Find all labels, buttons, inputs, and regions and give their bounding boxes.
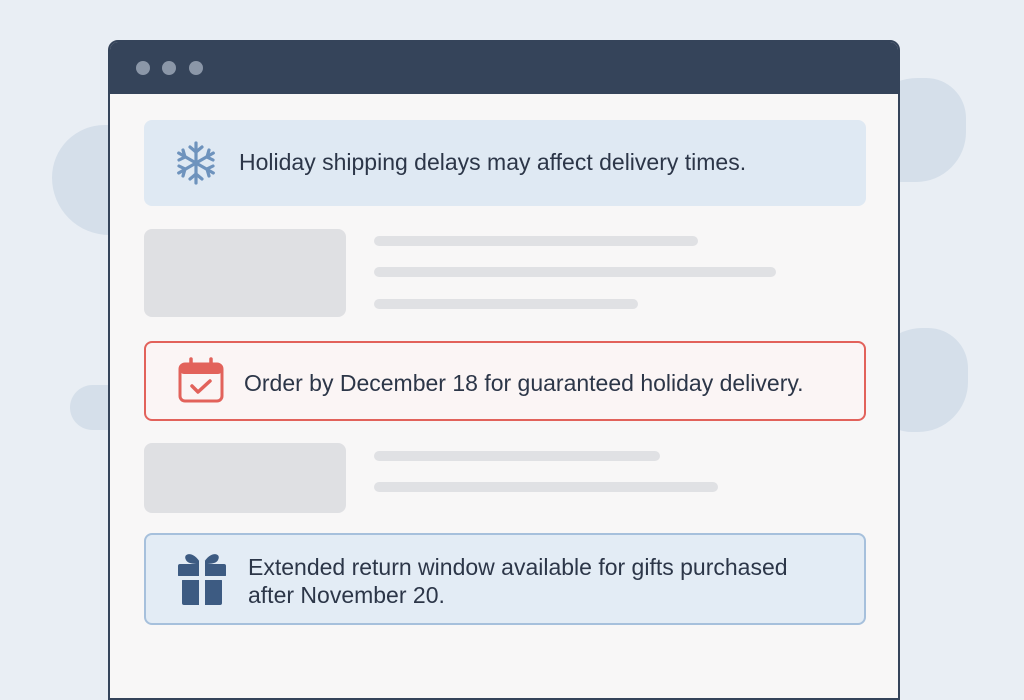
text-placeholder-line: [374, 299, 638, 309]
order-deadline-text: Order by December 18 for guaranteed holi…: [244, 370, 804, 396]
calendar-check-icon: [178, 357, 224, 403]
order-deadline-notice: Order by December 18 for guaranteed holi…: [144, 341, 866, 421]
image-placeholder: [144, 443, 346, 513]
text-placeholder-line: [374, 236, 698, 246]
extended-returns-text: Extended return window available for gif…: [248, 554, 788, 608]
extended-returns-notice: Extended return window available for gif…: [144, 533, 866, 625]
browser-window: Holiday shipping delays may affect deliv…: [108, 40, 900, 700]
window-maximize-button[interactable]: [189, 61, 203, 75]
snowflake-icon: [177, 141, 215, 185]
image-placeholder: [144, 229, 346, 317]
window-minimize-button[interactable]: [162, 61, 176, 75]
shipping-delay-notice: Holiday shipping delays may affect deliv…: [144, 120, 866, 206]
shipping-delay-text: Holiday shipping delays may affect deliv…: [239, 149, 747, 175]
gift-icon: [176, 554, 228, 607]
window-titlebar: [110, 42, 898, 94]
text-placeholder-line: [374, 482, 718, 492]
text-placeholder-line: [374, 267, 776, 277]
window-close-button[interactable]: [136, 61, 150, 75]
text-placeholder-line: [374, 451, 660, 461]
